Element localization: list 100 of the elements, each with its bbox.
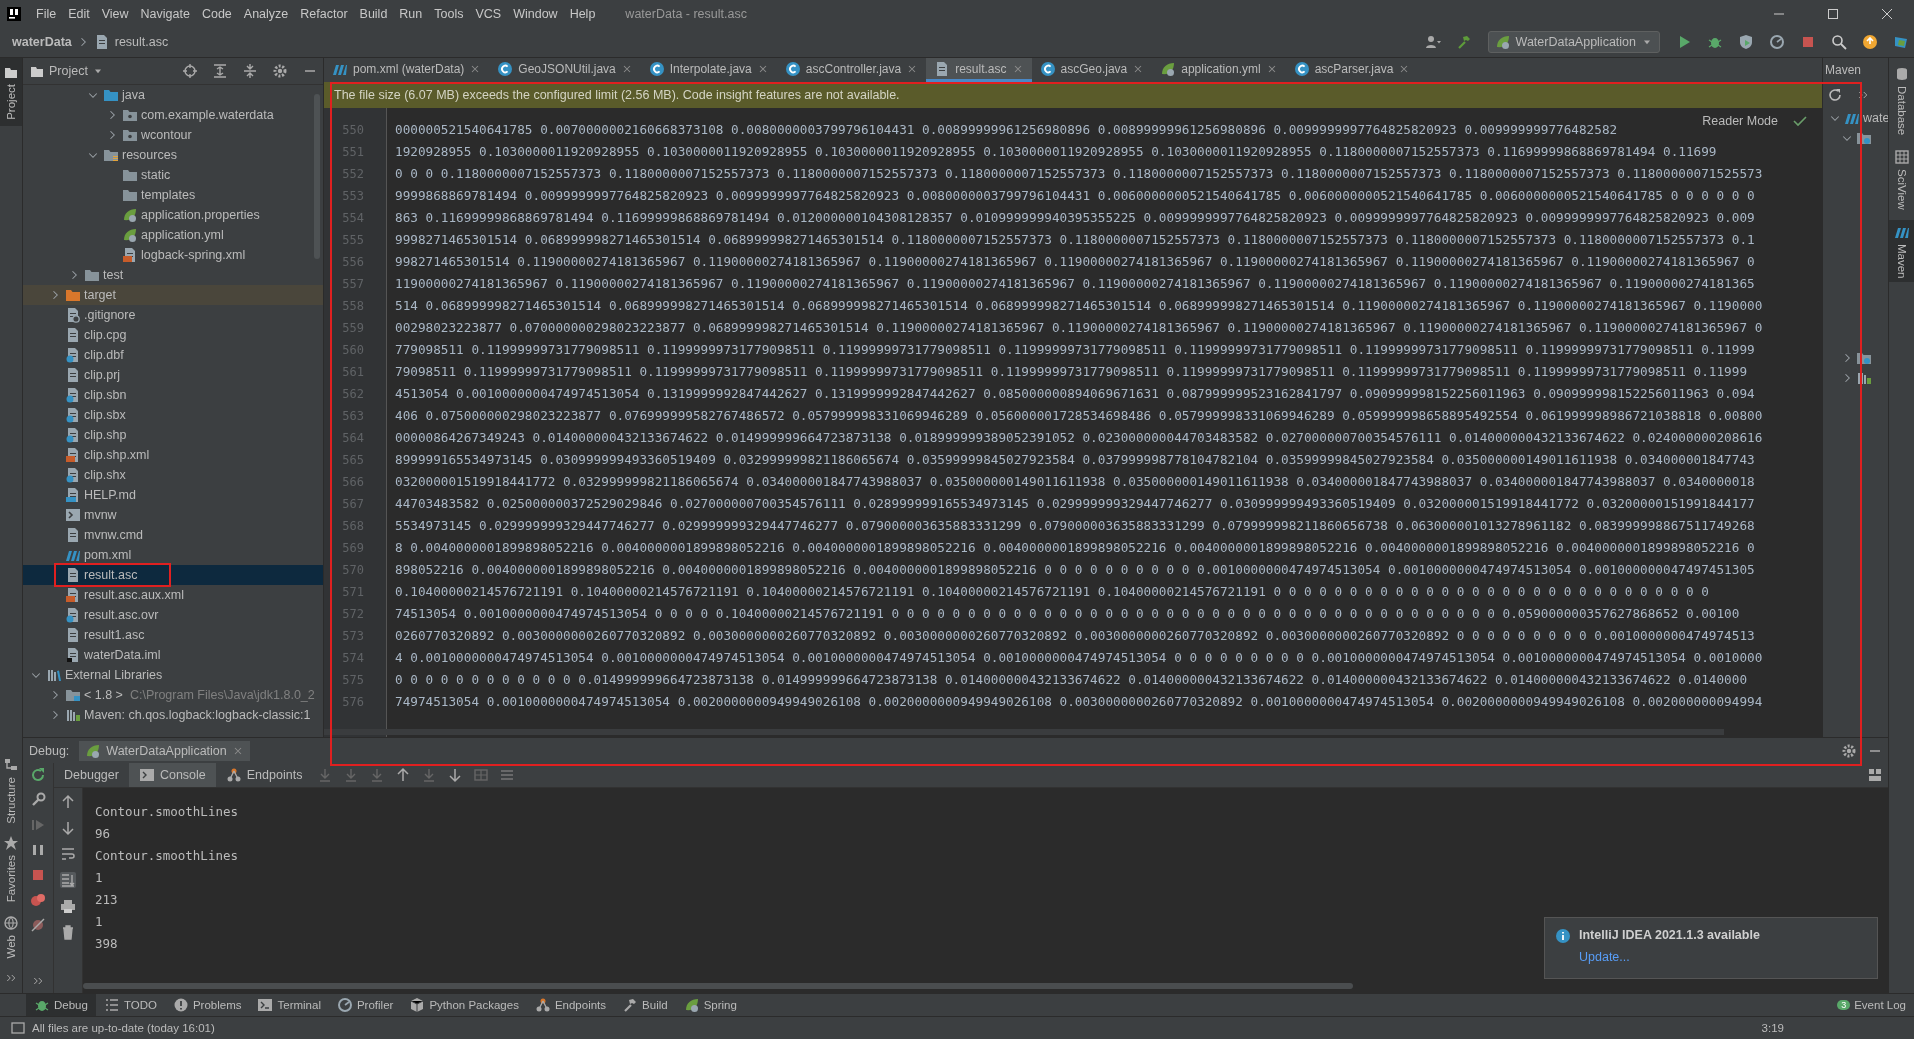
endpoints-tab[interactable]: Endpoints — [215, 763, 313, 787]
scrollbar[interactable] — [324, 729, 1724, 735]
tool-window-tab[interactable]: Spring — [675, 994, 745, 1016]
tree-item[interactable]: templates — [23, 185, 323, 205]
run-configuration-dropdown[interactable]: WaterDataApplication — [1487, 31, 1660, 53]
breadcrumb-item[interactable]: result.asc — [114, 35, 169, 49]
debugger-tab[interactable]: Debugger — [54, 763, 129, 787]
mute-breakpoints-icon[interactable] — [30, 917, 46, 933]
editor-tab[interactable]: pom.xml (waterData) — [324, 58, 490, 82]
profiler-icon[interactable] — [1769, 34, 1785, 50]
shield-icon[interactable] — [1738, 34, 1754, 50]
tree-item[interactable]: result.asc.ovr — [23, 605, 323, 625]
tree-item[interactable]: < 1.8 > C:\Program Files\Java\jdk1.8.0_2 — [23, 685, 323, 705]
tool-window-tab[interactable]: Favorites — [0, 829, 22, 909]
editor-tab[interactable]: GeoJSONUtil.java — [489, 58, 641, 82]
arrow-down-icon[interactable] — [447, 767, 464, 783]
tool-window-tab[interactable]: Structure — [0, 750, 22, 830]
status-icon[interactable] — [10, 1020, 26, 1036]
rerun-icon[interactable] — [30, 767, 46, 783]
tree-item[interactable]: resources — [23, 145, 323, 165]
tool-window-tab[interactable]: Database — [1889, 62, 1914, 140]
menu-item[interactable]: Run — [393, 6, 429, 21]
tree-item[interactable]: clip.shp — [23, 425, 323, 445]
tree-item[interactable]: clip.sbx — [23, 405, 323, 425]
menu-item[interactable]: Code — [195, 6, 238, 21]
update-link[interactable]: Update... — [1579, 950, 1630, 964]
reader-mode-label[interactable]: Reader Mode — [1702, 114, 1778, 128]
tool-window-tab[interactable]: Profiler — [328, 994, 402, 1016]
panel-title[interactable]: Project — [49, 64, 88, 78]
tree-item[interactable]: wate — [1863, 111, 1890, 125]
editor-tab[interactable]: result.asc — [926, 58, 1032, 82]
menu-item[interactable]: File — [30, 6, 63, 21]
tree-item[interactable]: application.properties — [23, 205, 323, 225]
menu-item[interactable]: Build — [353, 6, 394, 21]
panel-title[interactable]: Maven — [1825, 63, 1862, 77]
menu-item[interactable]: Refactor — [294, 6, 354, 21]
menu-item[interactable]: View — [95, 6, 135, 21]
tree-item[interactable]: java — [23, 85, 323, 105]
refresh-icon[interactable] — [1827, 87, 1843, 103]
tool-window-tab[interactable]: Problems — [164, 994, 250, 1016]
settings-icon[interactable] — [1841, 742, 1857, 759]
tool-window-tab[interactable]: Terminal — [249, 994, 329, 1016]
pause-icon[interactable] — [30, 842, 46, 858]
tree-item[interactable]: HELP.md — [23, 485, 323, 505]
update-icon[interactable] — [1862, 34, 1878, 50]
tree-item[interactable]: External Libraries — [23, 665, 323, 685]
tree-item[interactable]: clip.prj — [23, 365, 323, 385]
tree-item[interactable]: logback-spring.xml — [23, 245, 323, 265]
editor-tab[interactable]: ascGeo.java — [1031, 58, 1153, 82]
tool-window-tab[interactable]: Endpoints — [526, 994, 615, 1016]
tree-item[interactable]: clip.shp.xml — [23, 445, 323, 465]
collapse-all-icon[interactable] — [242, 63, 258, 79]
tool-window-tab[interactable]: Python Packages — [401, 994, 527, 1016]
console-tab[interactable]: Console — [128, 763, 216, 787]
stop-icon[interactable] — [30, 867, 46, 883]
tool-window-tab[interactable]: Web — [0, 908, 22, 964]
search-icon[interactable] — [1831, 34, 1847, 50]
layout-icon[interactable] — [1867, 767, 1883, 783]
editor-tab[interactable]: Interpolate.java — [640, 58, 777, 82]
tool-window-tab[interactable]: Project — [0, 58, 22, 126]
editor-tab[interactable]: ascController.java — [776, 58, 927, 82]
cursor-position[interactable]: 3:19 — [1761, 1022, 1784, 1034]
tree-item[interactable]: clip.cpg — [23, 325, 323, 345]
menu-item[interactable]: VCS — [469, 6, 508, 21]
scroll-to-end-icon[interactable] — [60, 872, 76, 888]
settings-icon[interactable] — [272, 63, 288, 79]
menu-icon[interactable] — [499, 767, 516, 783]
tree-item[interactable]: static — [23, 165, 323, 185]
plugin-icon[interactable] — [1893, 34, 1909, 50]
tool-window-tab[interactable]: SciView — [1889, 145, 1914, 214]
editor-tab[interactable]: ascParser.java — [1285, 58, 1419, 82]
tree-item[interactable]: test — [23, 265, 323, 285]
menu-item[interactable]: Help — [563, 6, 602, 21]
tree-item[interactable]: clip.sbn — [23, 385, 323, 405]
stop-icon[interactable] — [1800, 34, 1816, 50]
print-icon[interactable] — [60, 898, 76, 914]
tree-item[interactable]: result1.asc — [23, 625, 323, 645]
tool-window-tab[interactable]: Build — [614, 994, 676, 1016]
resume-icon[interactable] — [30, 817, 46, 833]
tree-item[interactable]: waterData.iml — [23, 645, 323, 665]
tree-item[interactable]: result.asc — [23, 565, 323, 585]
expand-all-icon[interactable] — [212, 63, 228, 79]
tool-window-tab[interactable]: TODO — [95, 994, 165, 1016]
menu-item[interactable]: Edit — [62, 6, 96, 21]
tool-window-tab[interactable]: Maven — [1889, 219, 1914, 283]
user-icon[interactable] — [1424, 34, 1441, 50]
session-tab[interactable]: WaterDataApplication — [79, 740, 250, 761]
menu-item[interactable]: Window — [507, 6, 564, 21]
arrow-down-icon[interactable] — [60, 820, 76, 836]
trash-icon[interactable] — [60, 924, 76, 940]
tree-item[interactable]: clip.shx — [23, 465, 323, 485]
menu-item[interactable]: Analyze — [237, 6, 295, 21]
event-log-tab[interactable]: 3 Event Log — [1829, 994, 1914, 1016]
menu-item[interactable]: Tools — [428, 6, 470, 21]
tool-window-tab[interactable]: Debug — [26, 994, 96, 1016]
wrench-icon[interactable] — [30, 792, 46, 808]
arrow-up-icon[interactable] — [60, 794, 76, 810]
breakpoints-icon[interactable] — [30, 892, 46, 908]
tree-item[interactable]: .gitignore — [23, 305, 323, 325]
tree-item[interactable]: mvnw.cmd — [23, 525, 323, 545]
